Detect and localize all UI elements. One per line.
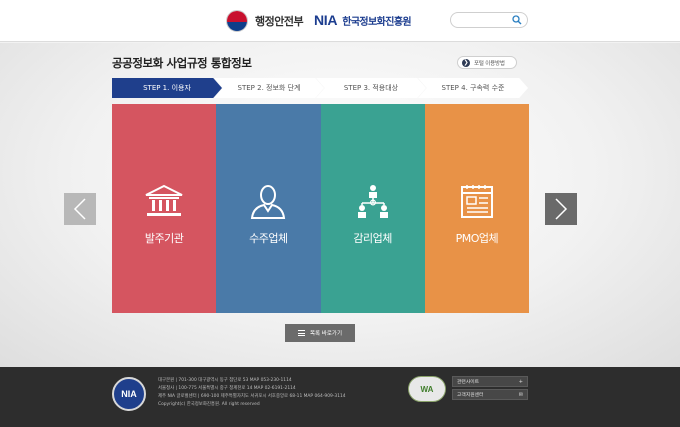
card-label: 수주업체 — [249, 232, 288, 245]
footer-address-line: 대구본원 | 701-300 대구광역시 동구 첨단로 53 MAP 053-2… — [158, 378, 292, 383]
page-title: 공공정보화 사업규정 통합정보 — [112, 56, 252, 70]
footer-logo-text: NIA — [121, 389, 137, 399]
step-3-tab[interactable]: STEP 3. 적용대상 — [316, 78, 426, 98]
card-label: PMO업체 — [455, 232, 499, 245]
step-bar: STEP 1. 이용자 STEP 2. 정보화 단계 STEP 3. 적용대상 … — [112, 78, 528, 98]
wa-mark-text: WA — [420, 384, 434, 394]
footer-address-line: 제주 NIA 글로벌센터 | 690-100 제주특별자치도 서귀포시 서호중앙… — [158, 394, 346, 399]
search-box — [450, 12, 528, 28]
search-input[interactable] — [458, 14, 514, 26]
footer-copyright: Copyright(c) 한국정보화진흥원. All right reserve… — [158, 402, 260, 407]
card-client-agency[interactable]: 발주기관 — [112, 104, 217, 313]
plus-icon: + — [518, 378, 523, 385]
related-sites-select[interactable]: 관련사이트 + — [452, 376, 528, 387]
chevron-left-icon — [73, 198, 86, 220]
mail-icon: ✉ — [518, 391, 523, 398]
card-contractor[interactable]: 수주업체 — [216, 104, 321, 313]
site-footer: NIA 대구본원 | 701-300 대구광역시 동구 첨단로 53 MAP 0… — [0, 367, 680, 427]
card-pmo[interactable]: PMO업체 — [424, 104, 529, 313]
user-type-cards: 발주기관 수주업체 감리업체 PMO업체 — [112, 104, 529, 313]
ministry-logo[interactable]: 행정안전부 — [226, 9, 304, 33]
taegeuk-emblem-icon — [226, 10, 248, 32]
step-4-tab[interactable]: STEP 4. 구속력 수준 — [418, 78, 528, 98]
card-label: 감리업체 — [353, 232, 392, 245]
help-button[interactable]: ❯ 포털 이용방법 — [457, 56, 517, 69]
list-shortcut-label: 목록 바로가기 — [309, 331, 343, 337]
institution-icon — [145, 184, 183, 216]
nia-mark: NIA — [314, 12, 338, 28]
prev-arrow-button[interactable] — [64, 193, 96, 225]
customer-center-label: 고객지원센터 — [457, 393, 484, 398]
help-label: 포털 이용방법 — [474, 60, 505, 67]
nia-name: 한국정보화진흥원 — [342, 17, 412, 28]
next-arrow-button[interactable] — [545, 193, 577, 225]
list-icon — [297, 330, 305, 336]
web-accessibility-mark[interactable]: WA — [408, 376, 446, 402]
search-icon[interactable] — [512, 15, 522, 25]
nia-logo[interactable]: NIA 한국정보화진흥원 — [314, 12, 412, 28]
ministry-name: 행정안전부 — [255, 15, 304, 28]
site-header: 행정안전부 NIA 한국정보화진흥원 — [0, 0, 680, 42]
document-list-icon — [460, 185, 493, 218]
card-label: 발주기관 — [144, 232, 184, 245]
chevron-right-icon — [555, 198, 568, 220]
step-2-tab[interactable]: STEP 2. 정보화 단계 — [214, 78, 324, 98]
footer-address-line: 서울청사 | 100-775 서울특별시 중구 청계천로 14 MAP 02-6… — [158, 386, 296, 391]
footer-nia-logo: NIA — [112, 377, 146, 411]
card-auditor[interactable]: 감리업체 — [320, 104, 425, 313]
related-sites-label: 관련사이트 — [457, 380, 480, 385]
footer-address-block: 대구본원 | 701-300 대구광역시 동구 첨단로 53 MAP 053-2… — [158, 377, 346, 409]
step-1-tab[interactable]: STEP 1. 이용자 — [112, 78, 222, 98]
list-shortcut-button[interactable]: 목록 바로가기 — [285, 324, 355, 342]
person-icon — [251, 185, 286, 219]
customer-center-button[interactable]: 고객지원센터 ✉ — [452, 389, 528, 400]
org-chart-icon — [357, 185, 388, 218]
help-icon: ❯ — [462, 58, 470, 67]
